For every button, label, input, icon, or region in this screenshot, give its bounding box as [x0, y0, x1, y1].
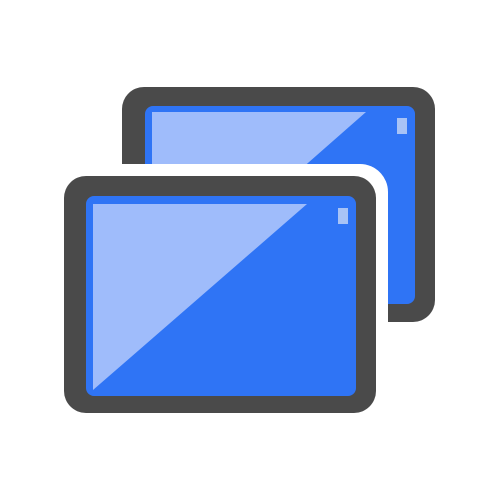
remote-desktop-icon	[52, 87, 435, 424]
front-monitor-indicator	[338, 208, 348, 224]
icon-canvas	[0, 0, 500, 500]
back-monitor-indicator	[397, 118, 407, 134]
front-monitor-icon	[64, 176, 376, 413]
